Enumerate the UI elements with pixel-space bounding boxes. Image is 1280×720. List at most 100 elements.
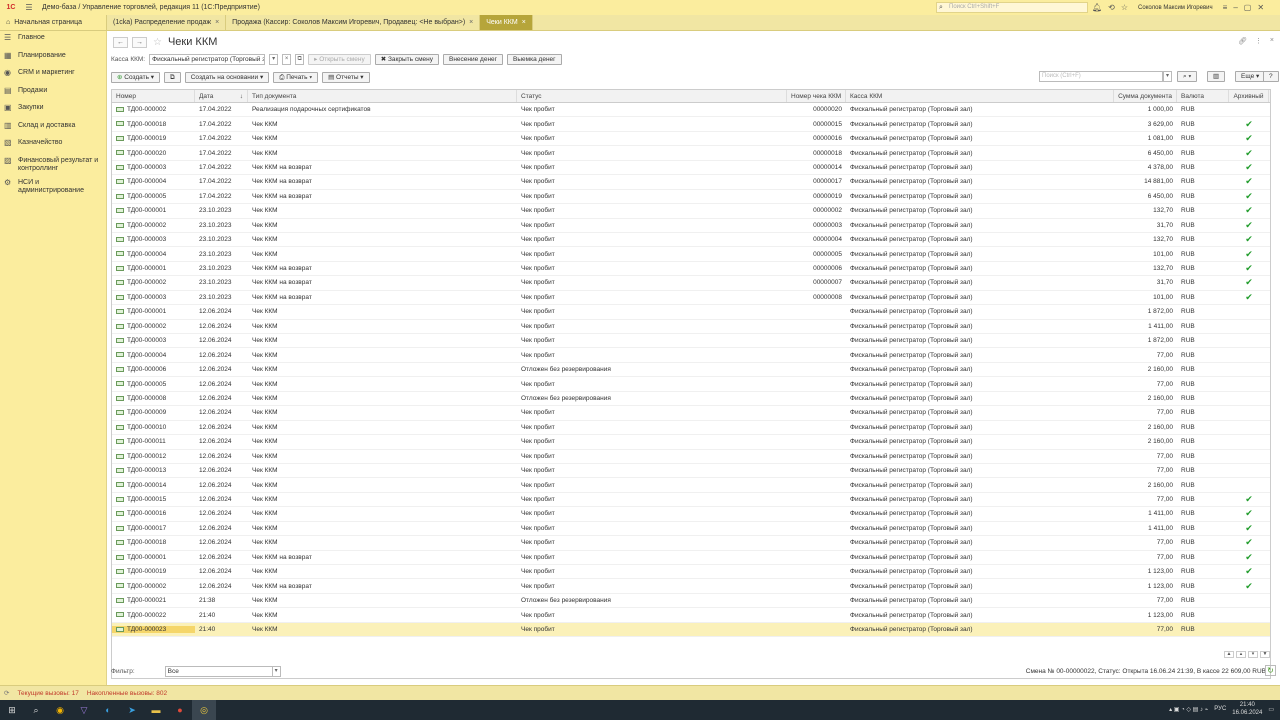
- col-doc-type[interactable]: Тип документа: [248, 90, 517, 102]
- help-button[interactable]: ?: [1263, 71, 1279, 82]
- back-button[interactable]: ←: [113, 36, 128, 48]
- col-archived[interactable]: Архивный: [1229, 90, 1269, 102]
- 1c-taskbar-icon[interactable]: ◎: [192, 700, 216, 720]
- deposit-money-button[interactable]: Внесение денег: [443, 53, 504, 65]
- tab-sales-distribution[interactable]: (1cka) Распределение продаж ×: [107, 15, 227, 30]
- table-row[interactable]: ТД00-000010 12.06.2024 Чек ККМ Чек пробит Фи…: [112, 421, 1270, 436]
- clear-icon[interactable]: ×: [282, 53, 292, 65]
- table-row[interactable]: ТД00-000016 12.06.2024 Чек ККМ Чек пробит Фи…: [112, 507, 1270, 522]
- sidebar-item-finance[interactable]: ▨ Финансовый результат и контроллинг: [0, 154, 106, 176]
- table-row[interactable]: ТД00-000013 12.06.2024 Чек ККМ Чек пробит Фи…: [112, 464, 1270, 479]
- table-row[interactable]: ТД00-000001 12.06.2024 Чек ККМ Чек пробит Фи…: [112, 305, 1270, 320]
- table-row[interactable]: ТД00-000004 12.06.2024 Чек ККМ Чек пробит Фи…: [112, 348, 1270, 363]
- settings-menu-icon[interactable]: ≡: [1223, 3, 1228, 12]
- taskbar-search-icon[interactable]: ⌕: [24, 700, 48, 720]
- edge-icon[interactable]: ◐: [96, 700, 120, 720]
- list-search-input[interactable]: Поиск (Ctrl+F): [1039, 71, 1163, 82]
- telegram-icon[interactable]: ➤: [120, 700, 144, 720]
- col-check-number[interactable]: Номер чека ККМ: [787, 90, 846, 102]
- table-row[interactable]: ТД00-000004 23.10.2023 Чек ККМ Чек пробит 00…: [112, 247, 1270, 262]
- maximize-icon[interactable]: ▢: [1244, 3, 1252, 12]
- table-row[interactable]: ТД00-000009 12.06.2024 Чек ККМ Чек пробит Фи…: [112, 406, 1270, 421]
- tab-home[interactable]: ⌂ Начальная страница: [0, 15, 107, 30]
- col-currency[interactable]: Валюта: [1177, 90, 1229, 102]
- sidebar-item-admin[interactable]: ⚙ НСИ и администрирование: [0, 176, 106, 198]
- dropdown-icon[interactable]: ▾: [269, 53, 279, 65]
- hamburger-menu-icon[interactable]: ☰: [22, 3, 36, 12]
- filter-select[interactable]: Все: [164, 666, 273, 677]
- table-row[interactable]: ТД00-000005 12.06.2024 Чек ККМ Чек пробит Фи…: [112, 377, 1270, 392]
- table-row[interactable]: ТД00-000015 12.06.2024 Чек ККМ Чек пробит Фи…: [112, 493, 1270, 508]
- refresh-icon[interactable]: ↻: [1265, 665, 1276, 676]
- tab-close-icon[interactable]: ×: [469, 19, 473, 26]
- bell-icon[interactable]: 🔔︎: [1092, 3, 1102, 12]
- table-row[interactable]: ТД00-000020 17.04.2022 Чек ККМ Чек пробит 00…: [112, 146, 1270, 161]
- sidebar-item-treasury[interactable]: ▧ Казначейство: [0, 136, 106, 154]
- minimize-icon[interactable]: –: [1233, 3, 1237, 12]
- table-row[interactable]: ТД00-000008 12.06.2024 Чек ККМ Отложен без …: [112, 392, 1270, 407]
- language-indicator[interactable]: РУС: [1214, 706, 1226, 712]
- close-shift-button[interactable]: ✖ Закрыть смену: [374, 53, 439, 65]
- table-row[interactable]: ТД00-000019 12.06.2024 Чек ККМ Чек пробит Фи…: [112, 565, 1270, 580]
- table-row[interactable]: ТД00-000003 17.04.2022 Чек ККМ на возврат Ч…: [112, 161, 1270, 176]
- table-row[interactable]: ТД00-000005 17.04.2022 Чек ККМ на возврат Ч…: [112, 190, 1270, 205]
- app-icon[interactable]: ▽: [72, 700, 96, 720]
- chrome-icon[interactable]: ◉: [48, 700, 72, 720]
- col-kassa[interactable]: Касса ККМ: [846, 90, 1114, 102]
- tab-close-icon[interactable]: ×: [522, 19, 526, 26]
- col-date[interactable]: Дата ↓: [195, 90, 248, 102]
- history-icon[interactable]: ⟲: [1108, 3, 1115, 12]
- forward-button[interactable]: →: [132, 36, 147, 48]
- open-link-icon[interactable]: ⧉: [295, 53, 305, 65]
- close-icon[interactable]: ✕: [1257, 3, 1264, 12]
- table-row[interactable]: ТД00-000001 23.10.2023 Чек ККМ Чек пробит 00…: [112, 204, 1270, 219]
- global-search-input[interactable]: ⌕ Поиск Ctrl+Shift+F: [936, 2, 1088, 13]
- copy-button[interactable]: ⧉: [164, 71, 181, 83]
- recorder-icon[interactable]: ●: [168, 700, 192, 720]
- print-button[interactable]: ⎙ Печать ▾: [273, 71, 319, 83]
- notifications-icon[interactable]: ▭: [1268, 706, 1274, 713]
- table-row[interactable]: ТД00-000017 12.06.2024 Чек ККМ Чек пробит Фи…: [112, 522, 1270, 537]
- sidebar-item-planning[interactable]: ▦ Планирование: [0, 49, 106, 67]
- scroll-bottom-icon[interactable]: ▼: [1260, 651, 1270, 658]
- table-row[interactable]: ТД00-000002 23.10.2023 Чек ККМ на возврат Ч…: [112, 276, 1270, 291]
- kassa-select[interactable]: Фискальный регистратор (Торговый зал): [149, 53, 266, 65]
- open-shift-button[interactable]: ▸ Открыть смену: [308, 53, 371, 65]
- close-form-icon[interactable]: ×: [1270, 37, 1274, 45]
- table-row[interactable]: ТД00-000018 17.04.2022 Чек ККМ Чек пробит 00…: [112, 117, 1270, 132]
- tray-icons[interactable]: ▴ ▣ ◔ ◇ ▤ ♪ ⌁: [1169, 706, 1208, 713]
- windows-start-icon[interactable]: ⊞: [0, 700, 24, 720]
- table-row[interactable]: ТД00-000011 12.06.2024 Чек ККМ Чек пробит Фи…: [112, 435, 1270, 450]
- table-row[interactable]: ТД00-000006 12.06.2024 Чек ККМ Отложен без …: [112, 363, 1270, 378]
- sidebar-item-warehouse[interactable]: ▥ Склад и доставка: [0, 119, 106, 137]
- col-sum[interactable]: Сумма документа: [1114, 90, 1177, 102]
- table-row[interactable]: ТД00-000004 17.04.2022 Чек ККМ на возврат Ч…: [112, 175, 1270, 190]
- table-row[interactable]: ТД00-000002 17.04.2022 Реализация подарочн…: [112, 103, 1270, 118]
- scroll-up-icon[interactable]: ▴: [1236, 651, 1246, 658]
- current-calls[interactable]: Текущие вызовы: 17: [17, 690, 78, 697]
- settings-list-button[interactable]: ▥: [1207, 71, 1226, 82]
- col-number[interactable]: Номер: [112, 90, 195, 102]
- sidebar-item-main[interactable]: ☰ Главное: [0, 31, 106, 49]
- scroll-down-icon[interactable]: ▾: [1248, 651, 1258, 658]
- more-vertical-icon[interactable]: ⋮: [1255, 37, 1262, 45]
- scroll-top-icon[interactable]: ▲: [1224, 651, 1234, 658]
- table-row[interactable]: ТД00-000001 23.10.2023 Чек ККМ на возврат Ч…: [112, 262, 1270, 277]
- table-row[interactable]: ТД00-000014 12.06.2024 Чек ККМ Чек пробит Фи…: [112, 478, 1270, 493]
- accumulated-calls[interactable]: Накопленные вызовы: 802: [87, 690, 167, 697]
- table-row[interactable]: ТД00-000021 21:38 Чек ККМ Отложен без резер…: [112, 594, 1270, 609]
- col-status[interactable]: Статус: [517, 90, 787, 102]
- filter-dropdown-icon[interactable]: ▾: [271, 666, 281, 677]
- table-row[interactable]: ТД00-000023 21:40 Чек ККМ Чек пробит Фискаль…: [112, 622, 1270, 638]
- table-row[interactable]: ТД00-000002 12.06.2024 Чек ККМ на возврат Ч…: [112, 579, 1270, 594]
- favorite-star-icon[interactable]: ☆: [153, 37, 162, 48]
- sidebar-item-sales[interactable]: ▤ Продажи: [0, 84, 106, 102]
- table-row[interactable]: ТД00-000002 23.10.2023 Чек ККМ Чек пробит 00…: [112, 219, 1270, 233]
- table-row[interactable]: ТД00-000003 23.10.2023 Чек ККМ Чек пробит 00…: [112, 233, 1270, 248]
- tab-sale[interactable]: Продажа (Кассир: Соколов Максим Игоревич…: [226, 15, 481, 30]
- search-button[interactable]: ⌕ ▾: [1177, 71, 1198, 82]
- search-dropdown-icon[interactable]: ▾: [1163, 71, 1172, 82]
- more-button[interactable]: Еще ▾: [1235, 71, 1266, 82]
- table-row[interactable]: ТД00-000003 23.10.2023 Чек ККМ на возврат Ч…: [112, 291, 1270, 306]
- favorites-star-icon[interactable]: ☆: [1121, 3, 1128, 12]
